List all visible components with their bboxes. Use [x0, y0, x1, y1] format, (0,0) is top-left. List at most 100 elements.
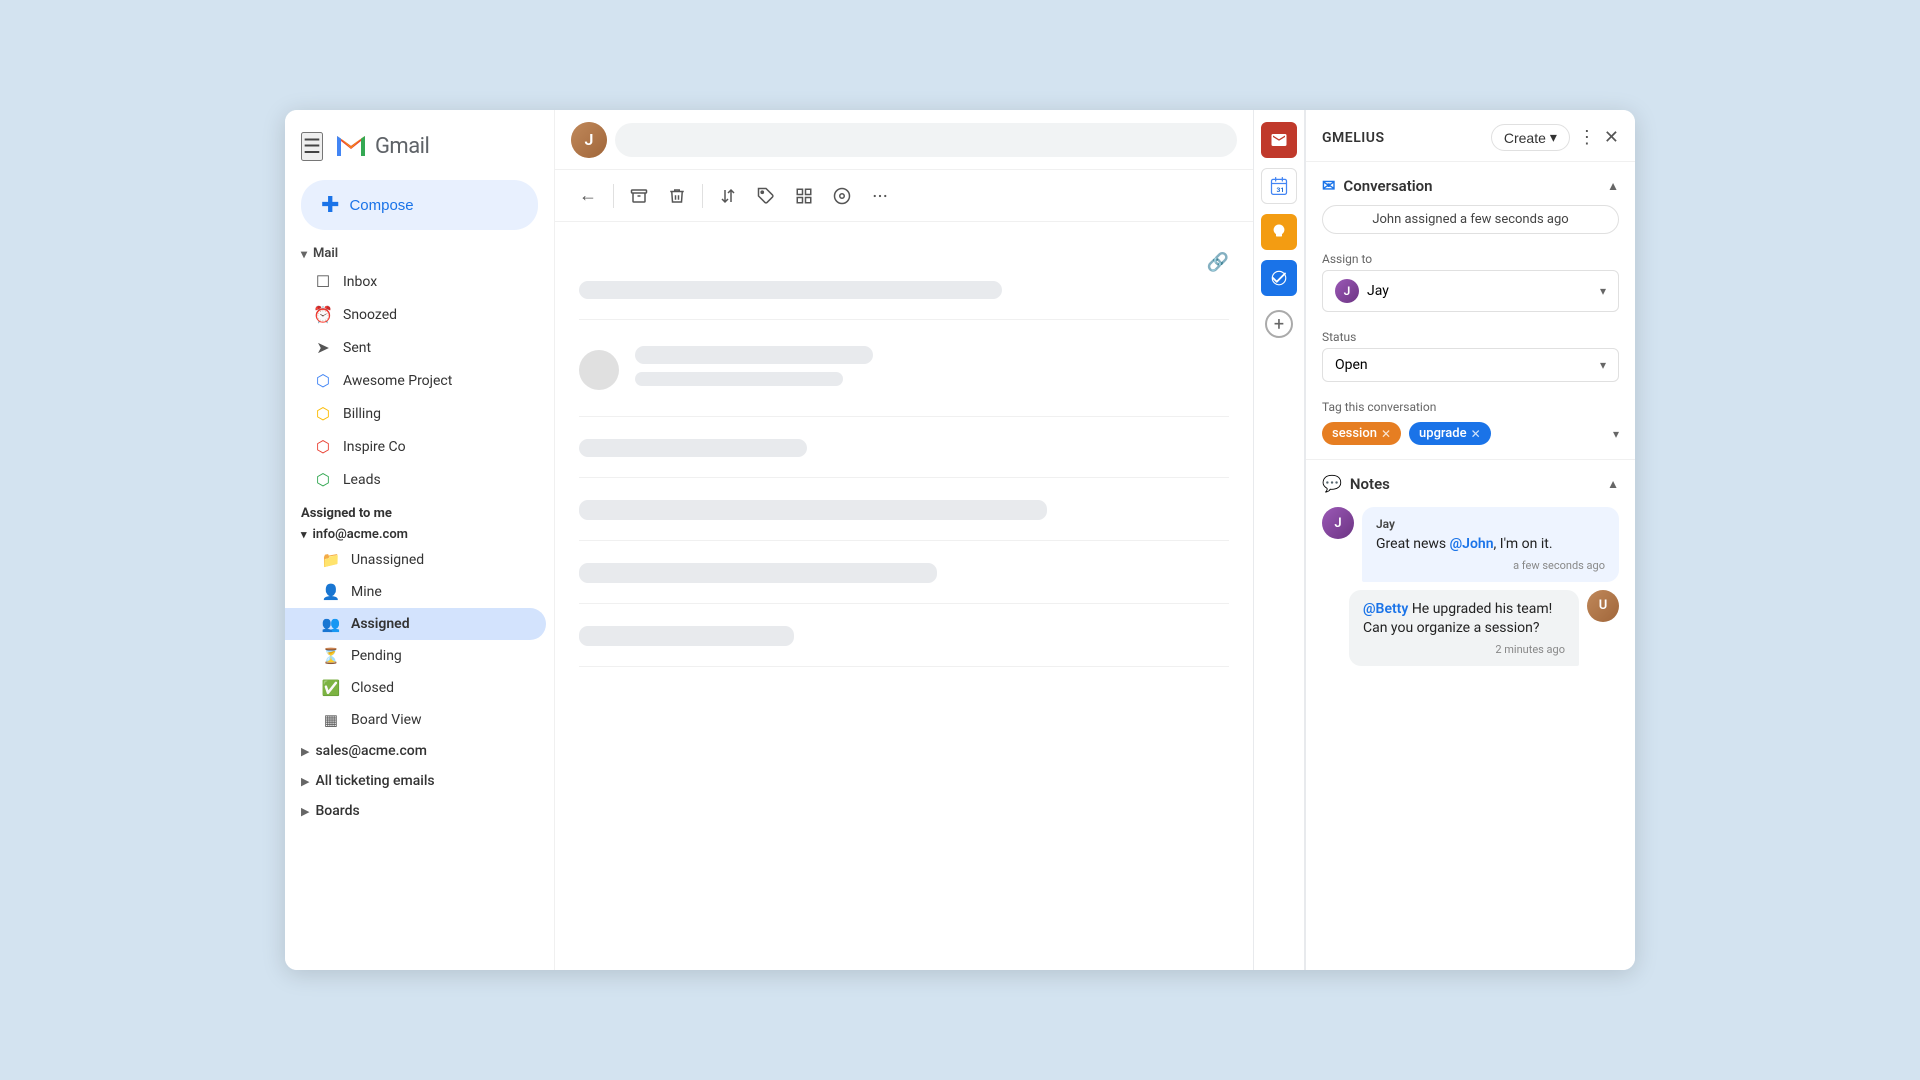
gmelius-add-button[interactable]: +: [1265, 310, 1293, 338]
notes-title-text: Notes: [1350, 475, 1390, 493]
sidebar-item-sent[interactable]: ➤ Sent: [285, 331, 546, 364]
status-select[interactable]: Open ▾: [1322, 348, 1619, 382]
status-field: Status Open ▾: [1306, 324, 1635, 394]
avatar-image: J: [571, 122, 607, 158]
more-button[interactable]: [863, 181, 897, 211]
assign-to-name: Jay: [1367, 283, 1389, 299]
boards-label: Boards: [315, 803, 359, 819]
board-view-icon: ▦: [321, 711, 341, 729]
conversation-section: ✉ Conversation ▲ John assigned a few sec…: [1306, 162, 1635, 460]
notes-title: 💬 Notes: [1322, 474, 1390, 493]
email-item-6[interactable]: [579, 604, 1229, 667]
conversation-section-header: ✉ Conversation ▲: [1306, 162, 1635, 205]
assign-to-chevron-icon: ▾: [1600, 284, 1606, 298]
note-item-1: J Jay Great news @John, I'm on it. a few…: [1322, 507, 1619, 582]
info-email-chevron-icon: ▾: [301, 528, 307, 541]
email-subject-bar-3: [579, 439, 807, 457]
note-mention-john: @John: [1450, 536, 1494, 552]
assign-avatar: J: [1335, 279, 1359, 303]
sidebar-sub-item-assigned[interactable]: 👥 Assigned: [285, 608, 546, 640]
sidebar-sub-item-closed[interactable]: ✅ Closed: [285, 672, 546, 704]
move-button[interactable]: [711, 181, 745, 211]
boards-section[interactable]: ▶ Boards: [285, 796, 554, 826]
all-ticketing-section[interactable]: ▶ All ticketing emails: [285, 766, 554, 796]
panel-close-button[interactable]: ✕: [1604, 127, 1619, 148]
back-button[interactable]: ←: [571, 179, 605, 212]
info-email-label: info@acme.com: [313, 527, 408, 542]
sidebar-item-leads[interactable]: ⬡ Leads: [285, 463, 546, 496]
tag-upgrade-remove-button[interactable]: ✕: [1471, 427, 1481, 441]
gmelius-header: GMELIUS Create ▾ ⋮ ✕: [1306, 110, 1635, 162]
sales-email-section[interactable]: ▶ sales@acme.com: [285, 736, 554, 766]
circle-button[interactable]: [825, 181, 859, 211]
tags-chevron-icon[interactable]: ▾: [1613, 427, 1619, 441]
label-button[interactable]: [749, 181, 783, 211]
note-bubble-2: @Betty He upgraded his team! Can you org…: [1349, 590, 1579, 666]
app-title: Gmail: [375, 134, 429, 159]
panel-menu-button[interactable]: ⋮: [1578, 127, 1596, 148]
email-item-1[interactable]: 🔗: [579, 238, 1229, 320]
email-item-4[interactable]: [579, 478, 1229, 541]
mail-section-label: Mail: [313, 246, 338, 261]
tags-label: Tag this conversation: [1322, 400, 1619, 414]
conversation-chevron-icon[interactable]: ▲: [1607, 179, 1619, 193]
create-label: Create: [1504, 130, 1546, 146]
sidebar: ☰ Gmail ✚ Compose ▾ M: [285, 110, 555, 970]
compose-button[interactable]: ✚ Compose: [301, 180, 538, 230]
sidebar-item-snoozed[interactable]: ⏰ Snoozed: [285, 298, 546, 331]
sidebar-sub-item-label-assigned: Assigned: [351, 616, 410, 632]
tag-session-label: session: [1332, 426, 1377, 441]
tag-session-remove-button[interactable]: ✕: [1381, 427, 1391, 441]
hamburger-button[interactable]: ☰: [301, 132, 323, 161]
sidebar-sub-item-unassigned[interactable]: 📁 Unassigned: [285, 544, 546, 576]
sidebar-item-label-snoozed: Snoozed: [343, 307, 397, 323]
gmelius-title: GMELIUS: [1322, 130, 1385, 146]
sidebar-sub-item-mine[interactable]: 👤 Mine: [285, 576, 546, 608]
gmelius-icon-calendar[interactable]: 31: [1261, 168, 1297, 204]
note-mention-betty: @Betty: [1363, 601, 1408, 617]
sidebar-item-label-sent: Sent: [343, 340, 371, 356]
sidebar-item-inspire-co[interactable]: ⬡ Inspire Co: [285, 430, 546, 463]
compose-label: Compose: [349, 197, 413, 214]
notes-section: 💬 Notes ▲ J Jay Great news @John, I'm on…: [1306, 460, 1635, 666]
info-email-section[interactable]: ▾ info@acme.com: [285, 523, 554, 544]
sidebar-item-label-inbox: Inbox: [343, 274, 377, 290]
panel-content: ✉ Conversation ▲ John assigned a few sec…: [1306, 162, 1635, 970]
sidebar-item-awesome-project[interactable]: ⬡ Awesome Project: [285, 364, 546, 397]
mail-section[interactable]: ▾ Mail: [285, 242, 554, 265]
archive-button[interactable]: [622, 181, 656, 211]
assign-to-value: J Jay: [1335, 279, 1389, 303]
sidebar-sub-item-board-view[interactable]: ▦ Board View: [285, 704, 546, 736]
tags-row: Tag this conversation session ✕ upgrade …: [1306, 394, 1635, 459]
email-subject-bar-6: [579, 626, 794, 646]
gmelius-icon-check[interactable]: [1261, 260, 1297, 296]
top-bar: J: [555, 110, 1253, 170]
conversation-title-text: Conversation: [1343, 177, 1432, 195]
sidebar-sub-item-pending[interactable]: ⏳ Pending: [285, 640, 546, 672]
delete-button[interactable]: [660, 181, 694, 211]
note-time-1: a few seconds ago: [1376, 559, 1605, 572]
email-item-2[interactable]: [579, 320, 1229, 417]
awesome-project-icon: ⬡: [313, 371, 333, 390]
assign-to-select[interactable]: J Jay ▾: [1322, 270, 1619, 312]
toolbar-divider-1: [613, 184, 614, 208]
user-avatar[interactable]: J: [571, 122, 607, 158]
sidebar-sub-item-label-mine: Mine: [351, 584, 382, 600]
sidebar-item-billing[interactable]: ⬡ Billing: [285, 397, 546, 430]
tag-upgrade[interactable]: upgrade ✕: [1409, 422, 1491, 445]
grid-button[interactable]: [787, 181, 821, 211]
sidebar-item-inbox[interactable]: ☐ Inbox: [285, 265, 546, 298]
email-item-3[interactable]: [579, 417, 1229, 478]
gmelius-icon-lightbulb[interactable]: [1261, 214, 1297, 250]
all-ticketing-label: All ticketing emails: [315, 773, 434, 789]
note-author-avatar-1: J: [1322, 507, 1354, 539]
email-item-5[interactable]: [579, 541, 1229, 604]
gmelius-icon-mail[interactable]: [1261, 122, 1297, 158]
notes-chevron-icon[interactable]: ▲: [1607, 477, 1619, 491]
all-ticketing-chevron-icon: ▶: [301, 775, 309, 788]
create-button[interactable]: Create ▾: [1491, 124, 1570, 151]
compose-plus-icon: ✚: [321, 194, 339, 216]
search-input[interactable]: [615, 123, 1237, 157]
tag-session[interactable]: session ✕: [1322, 422, 1401, 445]
status-value: Open: [1335, 357, 1368, 373]
